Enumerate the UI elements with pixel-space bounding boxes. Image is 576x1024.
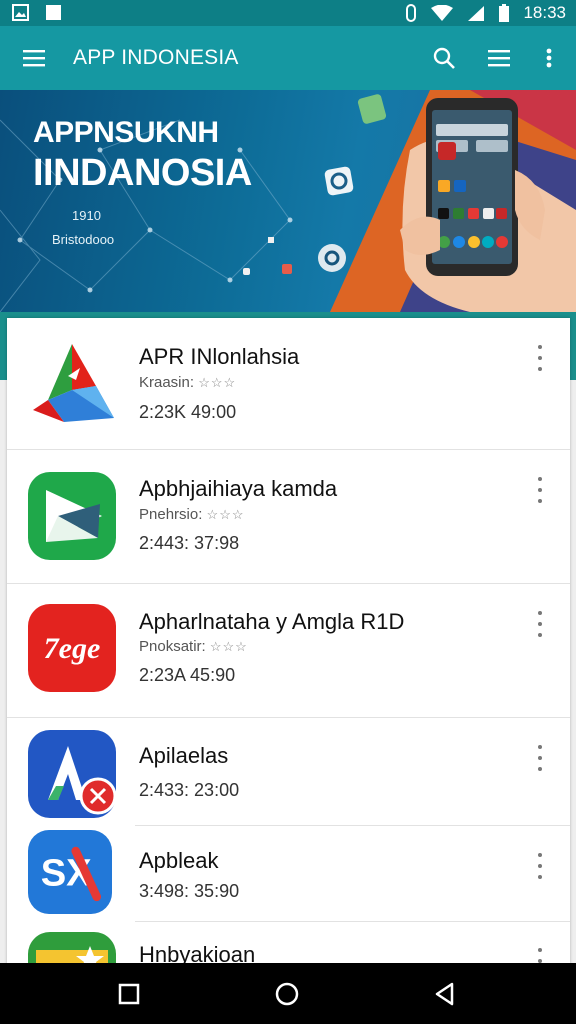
app-size: 2:23K 49:00 xyxy=(139,402,237,422)
promo-banner[interactable]: APPNSUKNH IINDANOSIA 1910 Bristodooo xyxy=(0,90,576,312)
svg-text:7ege: 7ege xyxy=(44,632,101,665)
list-item[interactable]: Hnbyakioan xyxy=(7,922,570,968)
app-title: APP INDONESIA xyxy=(73,46,239,69)
rating-stars: ☆☆☆ xyxy=(209,639,248,654)
more-options-icon[interactable] xyxy=(533,345,547,371)
banner-title-line2: IINDANOSIA xyxy=(33,152,252,194)
recent-apps-icon[interactable] xyxy=(116,981,142,1007)
red-7ege-logo-icon: 7ege xyxy=(28,604,116,692)
more-options-icon[interactable] xyxy=(533,611,547,637)
triangle-logo-icon xyxy=(33,344,114,422)
system-nav-bar xyxy=(0,963,576,1024)
vibrate-icon xyxy=(406,4,417,22)
list-item[interactable]: 7ege Apharlnataha y Amgla R1D Pnoksatir:… xyxy=(7,584,570,718)
rating-stars: ☆☆☆ xyxy=(206,507,245,522)
search-icon[interactable] xyxy=(426,40,462,76)
banner-caption-line2: Bristodooo xyxy=(52,232,115,247)
green-play-icon xyxy=(28,472,116,560)
app-name: Apbhjaihiaya kamda xyxy=(139,476,338,501)
app-size: 3:498: 35:90 xyxy=(139,881,240,901)
hamburger-menu-icon[interactable] xyxy=(16,40,52,76)
notification-square-icon xyxy=(46,5,61,20)
list-item[interactable]: Apbhjaihiaya kamda Pnehrsio: ☆☆☆ 2:443: … xyxy=(7,450,570,584)
more-options-icon[interactable] xyxy=(533,745,547,771)
image-icon xyxy=(12,4,29,21)
app-size: 2:443: 37:98 xyxy=(139,533,240,553)
more-options-icon[interactable] xyxy=(533,477,547,503)
app-meta: Pnehrsio: ☆☆☆ xyxy=(139,506,245,523)
list-item[interactable]: APR INlonlahsia Kraasin: ☆☆☆ 2:23K 49:00 xyxy=(7,318,570,450)
blue-a-logo-icon xyxy=(28,730,116,818)
app-name: APR INlonlahsia xyxy=(139,344,300,369)
status-time: 18:33 xyxy=(523,3,566,22)
app-name: Apharlnataha y Amgla R1D xyxy=(139,609,405,634)
more-vertical-icon[interactable] xyxy=(531,40,567,76)
app-size: 2:23A 45:90 xyxy=(139,665,236,685)
app-bar: APP INDONESIA xyxy=(0,26,576,90)
app-name: Apilaelas xyxy=(139,743,229,768)
status-bar: 18:33 xyxy=(0,0,576,26)
list-icon[interactable] xyxy=(481,40,517,76)
battery-icon xyxy=(499,4,510,22)
list-item[interactable]: Apilaelas 2:433: 23:00 xyxy=(7,718,570,826)
wifi-icon xyxy=(431,4,454,21)
more-options-icon[interactable] xyxy=(533,853,547,879)
home-icon[interactable] xyxy=(274,981,300,1007)
back-icon[interactable] xyxy=(432,981,458,1007)
signal-icon xyxy=(468,5,485,21)
app-list: APR INlonlahsia Kraasin: ☆☆☆ 2:23K 49:00… xyxy=(7,318,570,968)
sx-logo-icon: SX xyxy=(28,830,112,914)
banner-title-line1: APPNSUKNH xyxy=(33,116,219,149)
list-item[interactable]: SX Apbleak 3:498: 35:90 xyxy=(7,826,570,922)
app-meta: Pnoksatir: ☆☆☆ xyxy=(139,638,248,655)
banner-caption-line1: 1910 xyxy=(72,208,101,223)
rating-stars: ☆☆☆ xyxy=(198,375,237,390)
app-name: Apbleak xyxy=(139,848,219,873)
app-meta: Kraasin: ☆☆☆ xyxy=(139,374,237,391)
app-size: 2:433: 23:00 xyxy=(139,780,240,800)
